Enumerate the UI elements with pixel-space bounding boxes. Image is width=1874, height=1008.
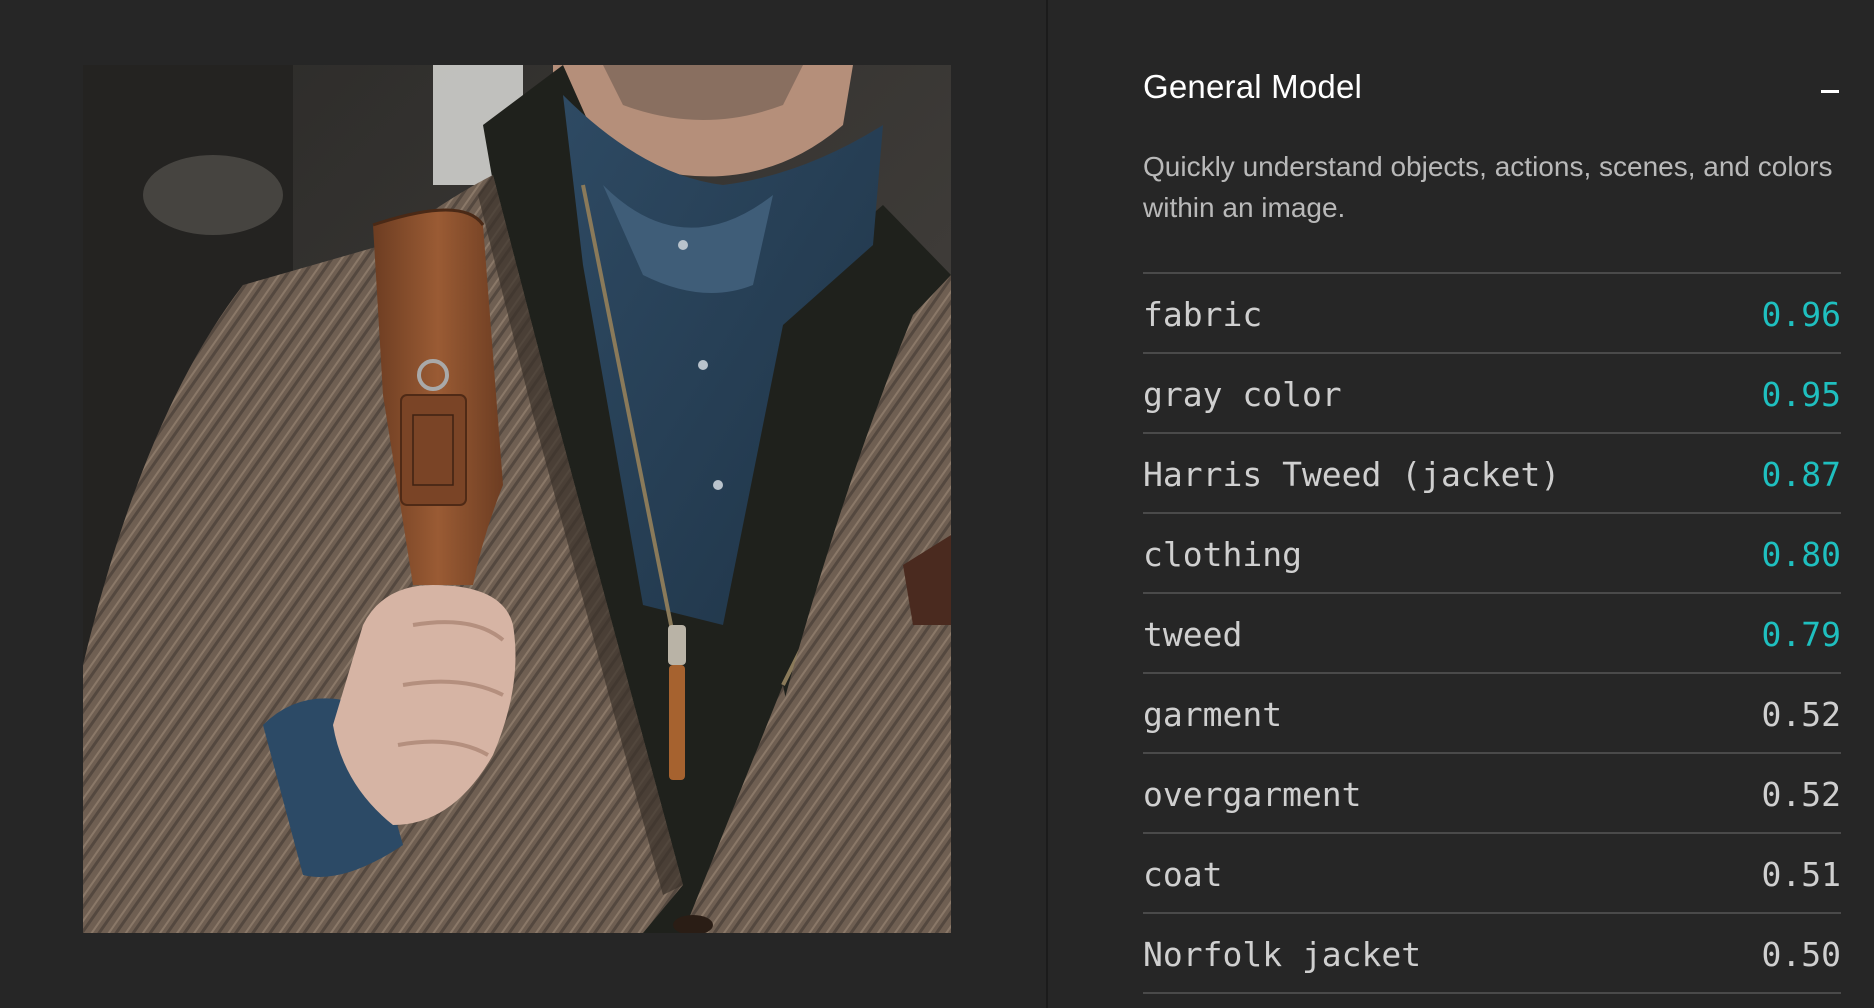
concept-confidence: 0.95 bbox=[1761, 375, 1841, 414]
concept-name: fabric bbox=[1143, 295, 1263, 334]
concept-name: garment bbox=[1143, 695, 1283, 734]
concept-confidence: 0.96 bbox=[1761, 295, 1841, 334]
concept-name: Harris Tweed (jacket) bbox=[1143, 455, 1561, 494]
concept-confidence: 0.52 bbox=[1761, 695, 1841, 734]
photo-illustration bbox=[83, 65, 951, 933]
concept-row: fabric 0.96 bbox=[1143, 274, 1841, 354]
concept-row: coat 0.51 bbox=[1143, 834, 1841, 914]
concept-name: coat bbox=[1143, 855, 1223, 894]
concept-row: garment 0.52 bbox=[1143, 674, 1841, 754]
concept-name: clothing bbox=[1143, 535, 1302, 574]
model-header[interactable]: General Model bbox=[1143, 64, 1841, 114]
concept-row: clothing 0.80 bbox=[1143, 514, 1841, 594]
model-title: General Model bbox=[1143, 68, 1363, 105]
concept-name: Norfolk jacket bbox=[1143, 935, 1422, 974]
concept-confidence: 0.79 bbox=[1761, 615, 1841, 654]
model-description: Quickly understand objects, actions, sce… bbox=[1143, 151, 1833, 223]
model-panel: General Model Quickly understand objects… bbox=[1143, 0, 1841, 1008]
analyzed-photo bbox=[83, 65, 951, 933]
concept-name: overgarment bbox=[1143, 775, 1362, 814]
concept-row: gray color 0.95 bbox=[1143, 354, 1841, 434]
concept-confidence: 0.50 bbox=[1761, 935, 1841, 974]
image-pane bbox=[0, 0, 1046, 1008]
concept-confidence: 0.87 bbox=[1761, 455, 1841, 494]
concept-row: Harris Tweed (jacket) 0.87 bbox=[1143, 434, 1841, 514]
concept-confidence: 0.80 bbox=[1761, 535, 1841, 574]
app-layout: General Model Quickly understand objects… bbox=[0, 0, 1874, 1008]
minus-icon bbox=[1821, 90, 1839, 93]
concept-confidence: 0.52 bbox=[1761, 775, 1841, 814]
collapse-button[interactable] bbox=[1801, 64, 1841, 114]
concept-confidence: 0.51 bbox=[1761, 855, 1841, 894]
concept-name: gray color bbox=[1143, 375, 1342, 414]
pane-divider bbox=[1046, 0, 1048, 1008]
concept-name: tweed bbox=[1143, 615, 1243, 654]
concept-row: tweed 0.79 bbox=[1143, 594, 1841, 674]
concept-list: fabric 0.96 gray color 0.95 Harris Tweed (ja… bbox=[1143, 272, 1841, 994]
concept-row: overgarment 0.52 bbox=[1143, 754, 1841, 834]
concept-row: Norfolk jacket 0.50 bbox=[1143, 914, 1841, 994]
